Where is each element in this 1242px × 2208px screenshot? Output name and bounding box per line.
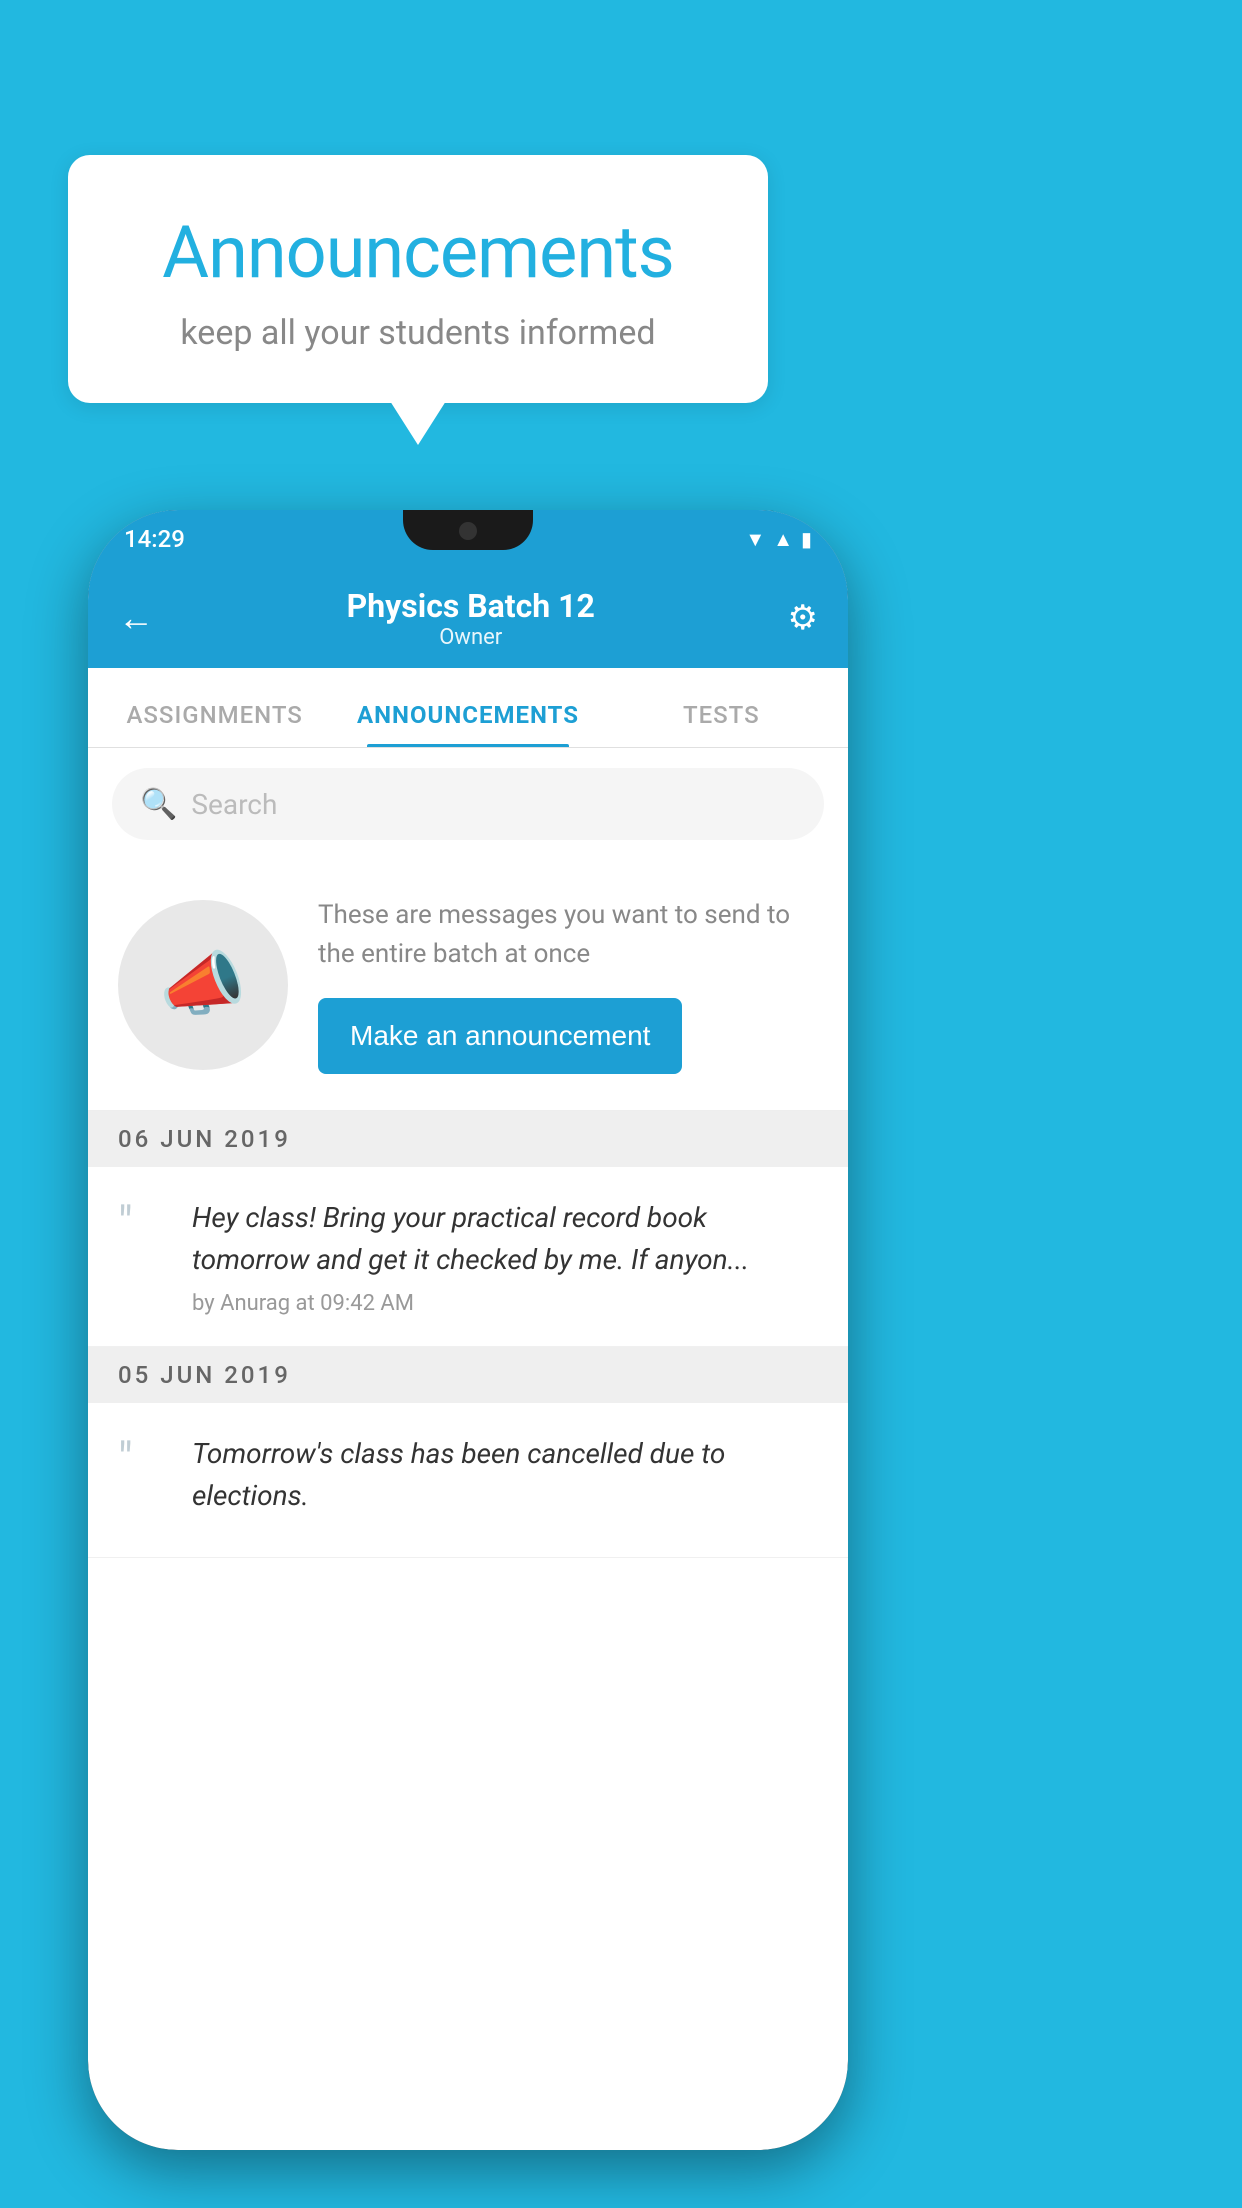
phone-notch	[403, 510, 533, 550]
app-header: ← Physics Batch 12 Owner ⚙	[88, 568, 848, 668]
signal-icon: ▲	[773, 527, 793, 552]
battery-icon: ▮	[801, 527, 812, 551]
front-camera	[459, 522, 477, 540]
search-placeholder: Search	[191, 788, 277, 821]
speech-bubble-title: Announcements	[128, 210, 708, 295]
back-button[interactable]: ←	[118, 597, 154, 639]
announcement-item-1: " Hey class! Bring your practical record…	[88, 1167, 848, 1347]
settings-icon[interactable]: ⚙	[788, 598, 818, 638]
announcement-message-1: Hey class! Bring your practical record b…	[192, 1197, 818, 1281]
search-icon: 🔍	[140, 787, 177, 822]
announcement-message-2: Tomorrow's class has been cancelled due …	[192, 1433, 818, 1517]
status-icons: ▼ ▲ ▮	[745, 527, 812, 552]
speech-bubble: Announcements keep all your students inf…	[68, 155, 768, 403]
tabs-bar: ASSIGNMENTS ANNOUNCEMENTS TESTS	[88, 668, 848, 748]
phone-screen: 14:29 ▼ ▲ ▮ ← Physics Batch 12 Owner ⚙ A…	[88, 510, 848, 2150]
quote-icon-2: "	[118, 1437, 168, 1483]
announcement-empty-state: 📣 These are messages you want to send to…	[88, 860, 848, 1111]
tab-tests[interactable]: TESTS	[595, 701, 848, 747]
announcement-meta-1: by Anurag at 09:42 AM	[192, 1291, 818, 1316]
header-center: Physics Batch 12 Owner	[347, 587, 595, 650]
announcement-content-1: Hey class! Bring your practical record b…	[192, 1197, 818, 1316]
announcement-item-2: " Tomorrow's class has been cancelled du…	[88, 1403, 848, 1558]
announcement-icon-circle: 📣	[118, 900, 288, 1070]
date-divider-june5: 05 JUN 2019	[88, 1347, 848, 1403]
wifi-icon: ▼	[745, 527, 765, 552]
quote-icon-1: "	[118, 1201, 168, 1247]
search-bar[interactable]: 🔍 Search	[112, 768, 824, 840]
phone-frame: 14:29 ▼ ▲ ▮ ← Physics Batch 12 Owner ⚙ A…	[88, 510, 848, 2150]
date-divider-june6: 06 JUN 2019	[88, 1111, 848, 1167]
search-container: 🔍 Search	[88, 748, 848, 860]
megaphone-icon: 📣	[159, 944, 246, 1026]
status-time: 14:29	[124, 525, 185, 553]
announcement-right: These are messages you want to send to t…	[318, 896, 818, 1074]
speech-bubble-subtitle: keep all your students informed	[128, 313, 708, 353]
tab-assignments[interactable]: ASSIGNMENTS	[88, 701, 341, 747]
batch-role: Owner	[347, 625, 595, 650]
tab-announcements[interactable]: ANNOUNCEMENTS	[341, 701, 594, 747]
make-announcement-button[interactable]: Make an announcement	[318, 998, 682, 1074]
batch-title: Physics Batch 12	[347, 587, 595, 625]
announcement-description: These are messages you want to send to t…	[318, 896, 818, 974]
speech-bubble-container: Announcements keep all your students inf…	[68, 155, 768, 403]
announcement-content-2: Tomorrow's class has been cancelled due …	[192, 1433, 818, 1527]
